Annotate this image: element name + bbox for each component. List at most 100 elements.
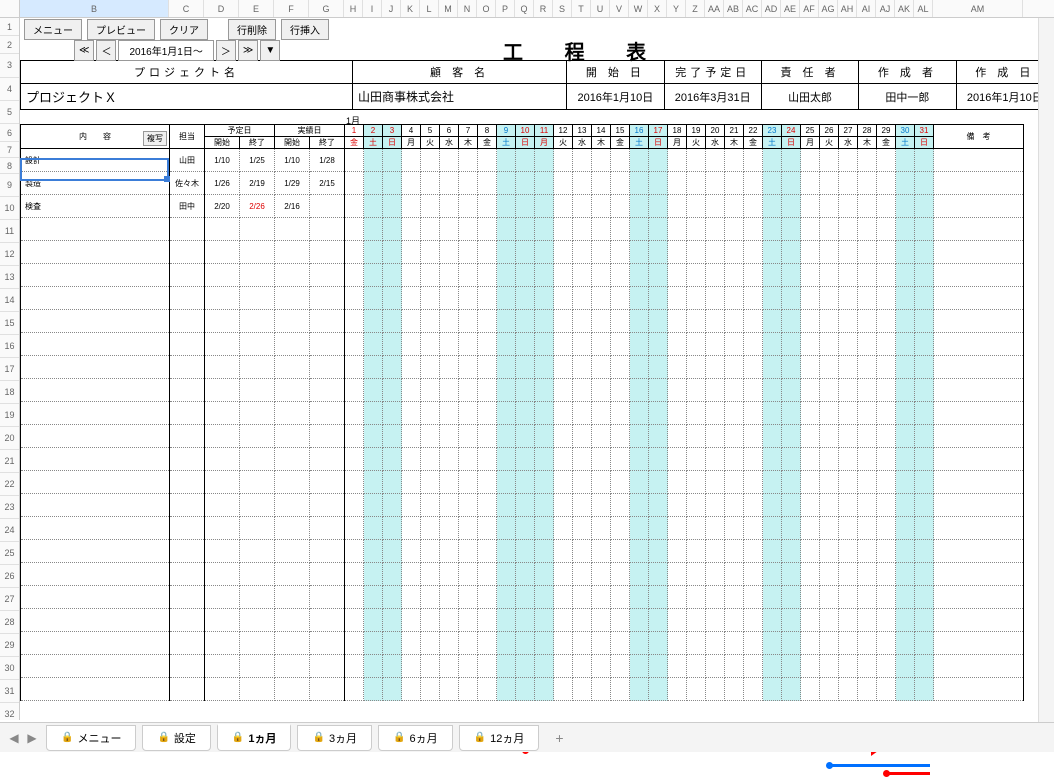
actual-end-cell[interactable] — [310, 448, 345, 471]
gantt-day-cell[interactable] — [554, 195, 573, 218]
gantt-day-cell[interactable] — [649, 563, 668, 586]
gantt-day-cell[interactable] — [725, 632, 744, 655]
gantt-day-cell[interactable] — [383, 609, 402, 632]
task-tanto-cell[interactable]: 佐々木 — [170, 172, 205, 195]
gantt-day-cell[interactable] — [573, 517, 592, 540]
gantt-day-cell[interactable] — [858, 195, 877, 218]
gantt-day-cell[interactable] — [554, 333, 573, 356]
gantt-day-cell[interactable] — [896, 678, 915, 701]
task-tanto-cell[interactable] — [170, 218, 205, 241]
gantt-day-cell[interactable] — [345, 356, 364, 379]
gantt-day-cell[interactable] — [478, 425, 497, 448]
gantt-day-cell[interactable] — [687, 172, 706, 195]
gantt-day-cell[interactable] — [763, 586, 782, 609]
gantt-day-cell[interactable] — [801, 218, 820, 241]
gantt-day-cell[interactable] — [497, 494, 516, 517]
row-header[interactable]: 15 — [0, 312, 19, 335]
row-header[interactable]: 28 — [0, 611, 19, 634]
gantt-day-cell[interactable] — [782, 172, 801, 195]
gantt-day-cell[interactable] — [630, 632, 649, 655]
gantt-day-cell[interactable] — [858, 149, 877, 172]
gantt-day-cell[interactable] — [364, 379, 383, 402]
gantt-day-cell[interactable] — [573, 287, 592, 310]
gantt-day-cell[interactable] — [839, 448, 858, 471]
gantt-day-cell[interactable] — [478, 310, 497, 333]
gantt-day-cell[interactable] — [725, 471, 744, 494]
gantt-day-cell[interactable] — [649, 494, 668, 517]
gantt-day-cell[interactable] — [725, 586, 744, 609]
gantt-day-cell[interactable] — [535, 448, 554, 471]
gantt-day-cell[interactable] — [649, 655, 668, 678]
actual-end-cell[interactable] — [310, 356, 345, 379]
gantt-day-cell[interactable] — [421, 172, 440, 195]
gantt-day-cell[interactable] — [611, 264, 630, 287]
task-tanto-cell[interactable]: 山田 — [170, 149, 205, 172]
gantt-day-cell[interactable] — [839, 333, 858, 356]
gantt-day-cell[interactable] — [383, 287, 402, 310]
gantt-day-cell[interactable] — [364, 471, 383, 494]
gantt-day-cell[interactable] — [801, 195, 820, 218]
gantt-day-cell[interactable] — [668, 540, 687, 563]
gantt-day-cell[interactable] — [820, 471, 839, 494]
remarks-cell[interactable] — [934, 379, 1024, 402]
gantt-day-cell[interactable] — [744, 356, 763, 379]
gantt-day-cell[interactable] — [782, 471, 801, 494]
gantt-day-cell[interactable] — [364, 310, 383, 333]
gantt-day-cell[interactable] — [402, 448, 421, 471]
column-header[interactable]: AD — [762, 0, 781, 17]
gantt-day-cell[interactable] — [896, 517, 915, 540]
gantt-day-cell[interactable] — [383, 425, 402, 448]
task-tanto-cell[interactable] — [170, 471, 205, 494]
gantt-day-cell[interactable] — [611, 149, 630, 172]
column-header[interactable]: AF — [800, 0, 819, 17]
planned-start-cell[interactable] — [205, 218, 240, 241]
column-header[interactable]: K — [401, 0, 420, 17]
gantt-day-cell[interactable] — [402, 563, 421, 586]
row-header[interactable]: 23 — [0, 496, 19, 519]
gantt-day-cell[interactable] — [516, 678, 535, 701]
gantt-day-cell[interactable] — [896, 609, 915, 632]
row-header[interactable]: 29 — [0, 634, 19, 657]
gantt-day-cell[interactable] — [497, 379, 516, 402]
gantt-day-cell[interactable] — [345, 494, 364, 517]
gantt-day-cell[interactable] — [706, 218, 725, 241]
gantt-day-cell[interactable] — [345, 586, 364, 609]
gantt-day-cell[interactable] — [782, 356, 801, 379]
gantt-day-cell[interactable] — [459, 448, 478, 471]
gantt-day-cell[interactable] — [592, 149, 611, 172]
gantt-day-cell[interactable] — [516, 172, 535, 195]
gantt-day-cell[interactable] — [820, 149, 839, 172]
gantt-day-cell[interactable] — [820, 356, 839, 379]
gantt-day-cell[interactable] — [345, 379, 364, 402]
gantt-day-cell[interactable] — [839, 540, 858, 563]
row-header[interactable]: 17 — [0, 358, 19, 381]
gantt-day-cell[interactable] — [402, 195, 421, 218]
planned-start-cell[interactable] — [205, 563, 240, 586]
column-header[interactable]: O — [477, 0, 496, 17]
gantt-day-cell[interactable] — [516, 517, 535, 540]
gantt-day-cell[interactable] — [706, 586, 725, 609]
gantt-day-cell[interactable] — [497, 287, 516, 310]
task-content-cell[interactable]: 製造 — [21, 172, 170, 195]
gantt-day-cell[interactable] — [573, 586, 592, 609]
gantt-day-cell[interactable] — [497, 540, 516, 563]
gantt-day-cell[interactable] — [782, 632, 801, 655]
gantt-day-cell[interactable] — [345, 425, 364, 448]
gantt-day-cell[interactable] — [554, 218, 573, 241]
gantt-day-cell[interactable] — [364, 241, 383, 264]
gantt-day-cell[interactable] — [535, 632, 554, 655]
gantt-day-cell[interactable] — [440, 494, 459, 517]
gantt-day-cell[interactable] — [421, 356, 440, 379]
gantt-day-cell[interactable] — [554, 425, 573, 448]
gantt-day-cell[interactable] — [706, 655, 725, 678]
task-tanto-cell[interactable] — [170, 494, 205, 517]
gantt-day-cell[interactable] — [554, 494, 573, 517]
remarks-cell[interactable] — [934, 563, 1024, 586]
gantt-day-cell[interactable] — [858, 425, 877, 448]
gantt-day-cell[interactable] — [459, 241, 478, 264]
sheet-tab[interactable]: 🔒6ヵ月 — [378, 725, 453, 751]
gantt-day-cell[interactable] — [858, 172, 877, 195]
row-delete-button[interactable]: 行削除 — [228, 19, 276, 40]
gantt-day-cell[interactable] — [364, 517, 383, 540]
gantt-day-cell[interactable] — [687, 402, 706, 425]
